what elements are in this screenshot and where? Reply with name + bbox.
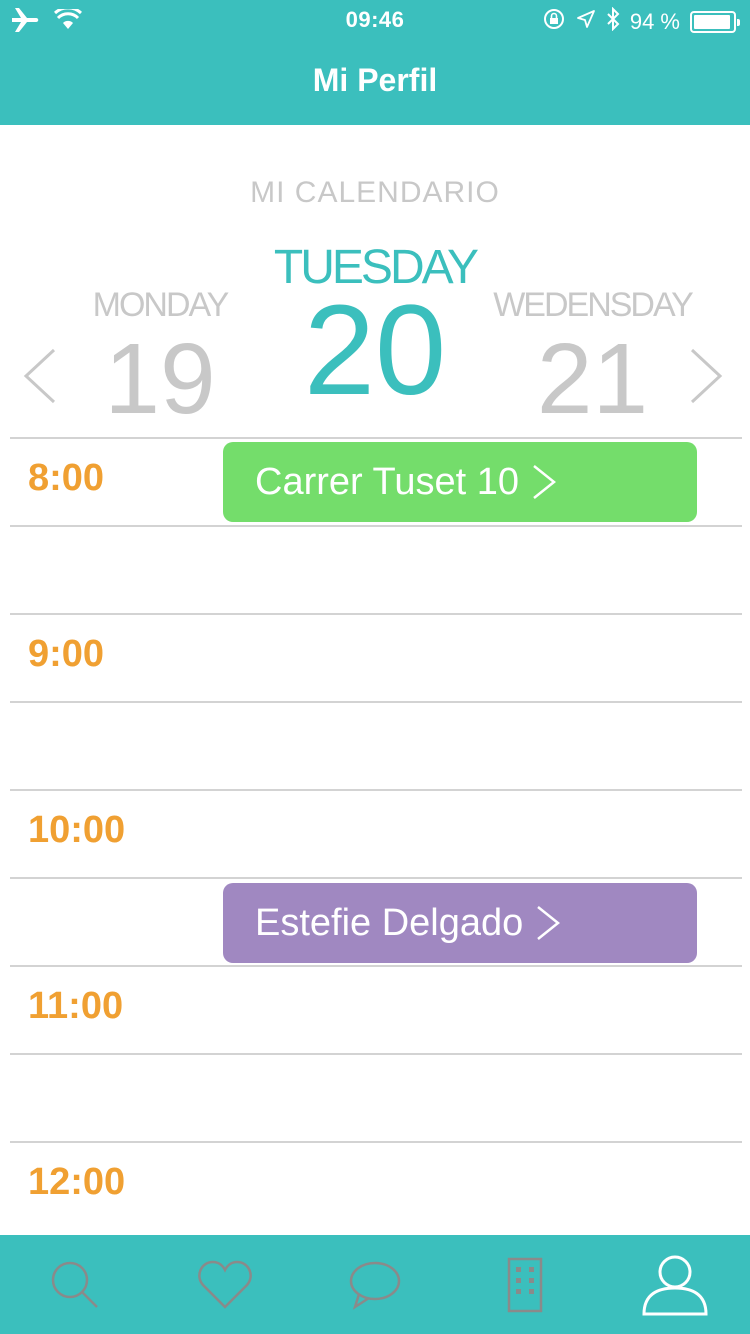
time-slot-1200[interactable]: 12:00 [10,1141,742,1229]
time-slot-1130[interactable] [10,1053,742,1141]
event-card[interactable]: Estefie Delgado [223,883,697,963]
time-slot-0830[interactable] [10,525,742,613]
current-day-number: 20 [303,279,447,422]
status-bar: 09:46 94 % [0,0,750,40]
chevron-right-icon [537,906,561,940]
time-slot-1100[interactable]: 11:00 [10,965,742,1053]
location-icon [576,9,596,35]
tab-search[interactable] [0,1235,150,1334]
hour-label: 9:00 [28,633,105,675]
tab-profile[interactable] [600,1235,750,1334]
next-day-name: WEDENSDAY [493,286,694,324]
chevron-right-icon [533,465,557,499]
time-slot-0930[interactable] [10,701,742,789]
bluetooth-icon [606,6,620,37]
hour-label: 8:00 [28,457,105,499]
event-title: Estefie Delgado [255,901,524,944]
tab-properties[interactable] [450,1235,600,1334]
event-title: Carrer Tuset 10 [255,460,519,503]
hour-label: 12:00 [28,1161,126,1203]
hour-label: 11:00 [28,985,124,1027]
tab-bar [0,1235,750,1334]
prev-day[interactable]: MONDAY 19 [60,286,260,429]
calendar-label: MI CALENDARIO [250,176,500,209]
next-day-button[interactable] [686,346,726,411]
tab-messages[interactable] [300,1235,450,1334]
time-slot-0900[interactable]: 9:00 [10,613,742,701]
time-slot-1000[interactable]: 10:00 [10,789,742,877]
status-right: 94 % [542,6,740,37]
chat-icon [349,1261,401,1310]
search-icon [51,1261,98,1308]
battery-percent: 94 % [629,9,680,34]
building-icon [507,1257,543,1312]
rotation-lock-icon [542,7,566,37]
heart-icon [198,1260,252,1309]
profile-icon [642,1255,708,1315]
event-card[interactable]: Carrer Tuset 10 [223,442,697,522]
hour-label: 10:00 [28,809,126,851]
page-title: Mi Perfil [312,62,438,98]
battery-fill [694,15,730,29]
top-bar: 09:46 94 % Mi Perfil [0,0,750,125]
day-timeline[interactable]: 8:00 9:00 10:00 11:00 12:00 Carrer Tuset… [0,437,750,1235]
prev-day-button[interactable] [20,346,60,411]
chevron-left-icon [23,348,56,404]
tab-favorites[interactable] [150,1235,300,1334]
prev-day-number: 19 [104,323,216,435]
battery-icon [690,11,740,33]
next-day-number: 21 [536,323,649,435]
prev-day-name: MONDAY [92,286,230,324]
current-day: TUESDAY 20 [250,240,500,415]
chevron-right-icon [690,348,723,404]
next-day[interactable]: WEDENSDAY 21 [490,286,695,429]
